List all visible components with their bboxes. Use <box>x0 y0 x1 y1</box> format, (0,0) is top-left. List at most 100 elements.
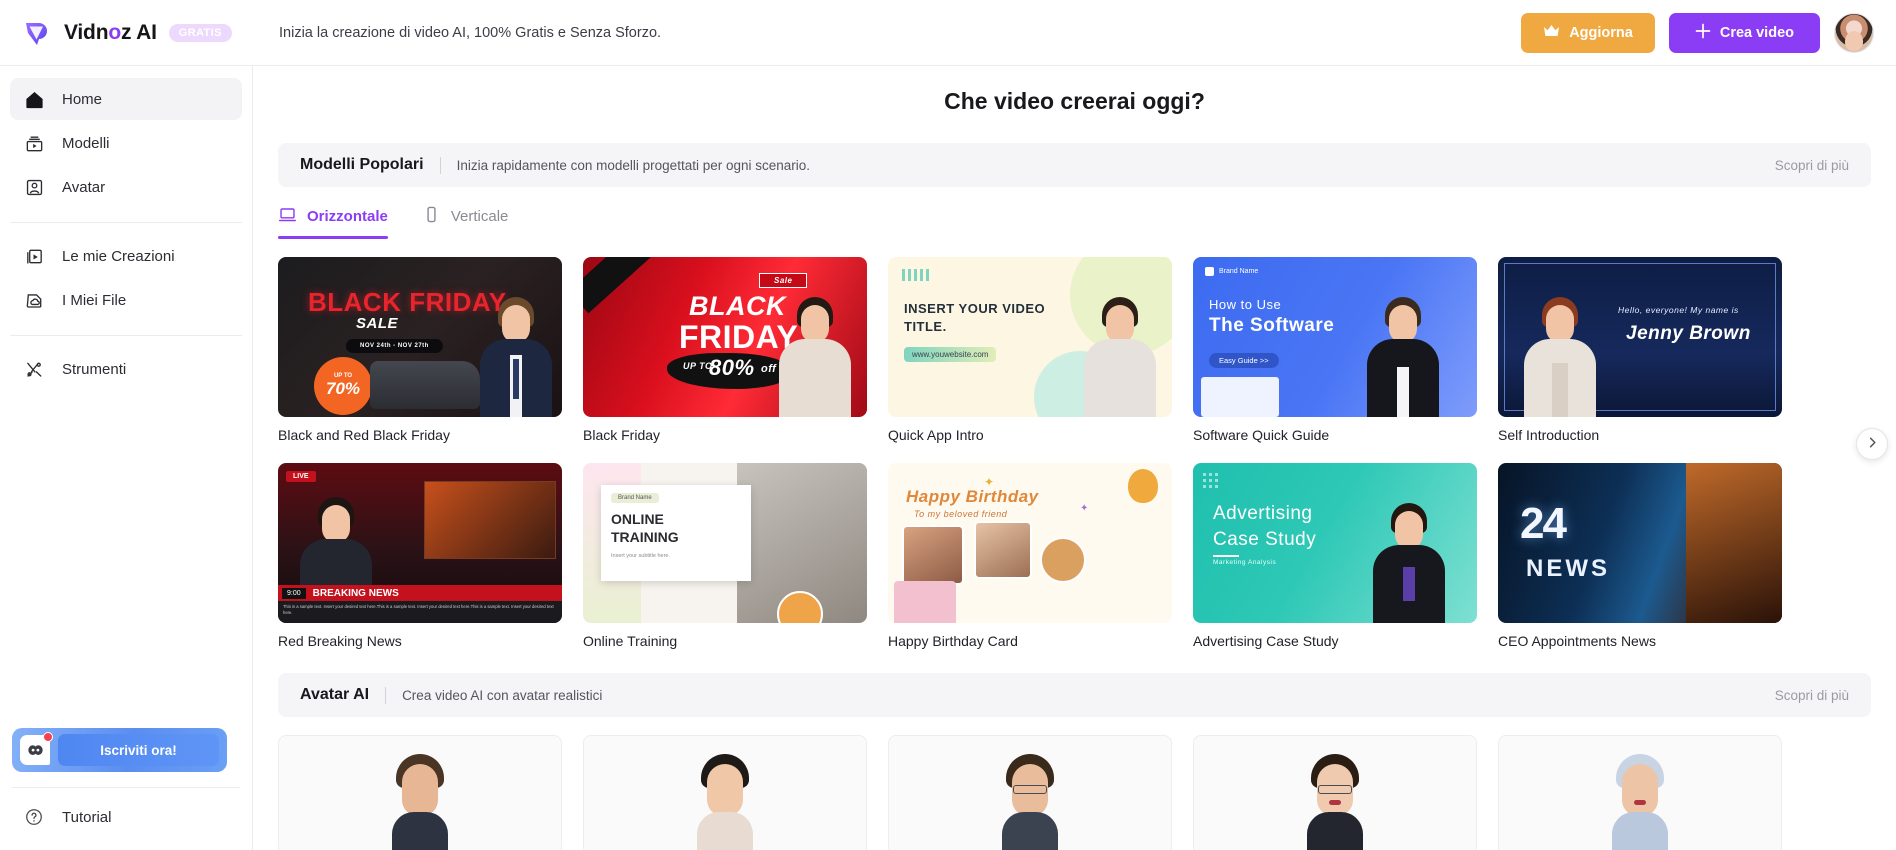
sidebar: Home Modelli Avatar Le mie Creazioni I M… <box>0 66 253 850</box>
thumb-line-1: INSERT YOUR VIDEO <box>904 301 1046 316</box>
template-card-label: Online Training <box>583 633 678 649</box>
thumb-person <box>1367 297 1439 417</box>
section-divider <box>385 686 387 704</box>
avatar-discover-more-link[interactable]: Scopri di più <box>1775 688 1849 703</box>
sidebar-item-tutorial[interactable]: Tutorial <box>10 796 225 838</box>
template-card[interactable]: Brand Name ONLINE TRAINING Insert your s… <box>583 463 867 649</box>
avatar-face <box>697 754 753 850</box>
tools-icon <box>22 357 46 381</box>
template-card[interactable]: 24 NEWS CEO Appointments News <box>1498 463 1782 649</box>
thumb-shoes <box>370 361 480 409</box>
header-tagline: Inizia la creazione di video AI, 100% Gr… <box>279 24 662 41</box>
templates-discover-more-link[interactable]: Scopri di più <box>1775 158 1849 173</box>
sidebar-divider-3 <box>12 787 240 788</box>
template-card-label: CEO Appointments News <box>1498 633 1656 649</box>
template-thumbnail: Hello, everyone! My name is Jenny Brown <box>1498 257 1782 417</box>
template-thumbnail: INSERT YOUR VIDEO TITLE. www.youwebsite.… <box>888 257 1172 417</box>
template-card[interactable]: BLACK FRIDAY SALE NOV 24th - NOV 27th UP… <box>278 257 562 443</box>
sidebar-item-home[interactable]: Home <box>10 78 242 120</box>
create-video-button[interactable]: Crea video <box>1668 12 1820 53</box>
template-card-label: Self Introduction <box>1498 427 1600 443</box>
brand-name: Vidnoz AI <box>64 20 157 44</box>
template-thumbnail: BLACK FRIDAY SALE NOV 24th - NOV 27th UP… <box>278 257 562 417</box>
main-content: Che video creerai oggi? Modelli Popolari… <box>253 66 1896 850</box>
sidebar-item-label: Modelli <box>62 134 110 152</box>
thumb-line-1: Advertising <box>1213 503 1313 524</box>
sidebar-item-label: Tutorial <box>62 808 112 826</box>
section-title: Avatar AI <box>300 686 370 703</box>
template-card[interactable]: Hello, everyone! My name is Jenny Brown … <box>1498 257 1782 443</box>
thumb-line-5: off <box>761 363 777 375</box>
sidebar-group-content: Le mie Creazioni I Miei File <box>0 223 252 335</box>
tab-verticale[interactable]: Verticale <box>422 205 509 239</box>
brand-logo-area[interactable]: Vidnoz AI GRATIS <box>0 0 253 66</box>
thumb-person <box>1373 503 1445 623</box>
sidebar-item-strumenti[interactable]: Strumenti <box>10 348 242 390</box>
thumb-screen <box>1201 377 1279 417</box>
tab-label: Verticale <box>450 208 509 225</box>
laptop-icon <box>278 205 297 228</box>
template-thumbnail: LIVE 9:00 BREAKING NEWS This is a sample… <box>278 463 562 623</box>
section-divider <box>439 156 441 174</box>
avatar-card[interactable] <box>888 735 1172 850</box>
sidebar-item-le-mie-creazioni[interactable]: Le mie Creazioni <box>10 235 242 277</box>
thumb-line-2: SALE <box>356 315 399 332</box>
avatar-card[interactable] <box>278 735 562 850</box>
discord-join-banner[interactable]: Iscriviti ora! <box>12 728 227 772</box>
thumb-person <box>1524 297 1596 417</box>
sidebar-item-i-miei-file[interactable]: I Miei File <box>10 279 242 321</box>
thumb-line-3: Marketing Analysis <box>1213 559 1277 566</box>
avatar[interactable] <box>1834 12 1874 53</box>
templates-section-header: Modelli Popolari Inizia rapidamente con … <box>278 143 1871 187</box>
template-card[interactable]: Happy Birthday To my beloved friend ✦ ✦ … <box>888 463 1172 649</box>
thumb-line-2: TITLE. <box>904 319 947 334</box>
upgrade-button[interactable]: Aggiorna <box>1521 12 1655 53</box>
sidebar-group-primary: Home Modelli Avatar <box>0 66 252 222</box>
tab-orizzontale[interactable]: Orizzontale <box>278 205 388 239</box>
avatar-person-icon <box>22 175 46 199</box>
my-creations-icon <box>22 244 46 268</box>
template-card[interactable]: Advertising Case Study Marketing Analysi… <box>1193 463 1477 649</box>
discord-join-label[interactable]: Iscriviti ora! <box>58 734 219 766</box>
create-video-label: Crea video <box>1719 24 1794 41</box>
sidebar-item-label: Le mie Creazioni <box>62 247 175 265</box>
section-subtitle: Inizia rapidamente con modelli progettat… <box>456 157 811 173</box>
template-card-label: Happy Birthday Card <box>888 633 1018 649</box>
avatar-section-header: Avatar AI Crea video AI con avatar reali… <box>278 673 1871 717</box>
template-card[interactable]: Sale BLACK FRIDAY UP TO 80% off Black Fr… <box>583 257 867 443</box>
thumb-line-1: BLACK FRIDAY <box>308 287 507 317</box>
thumb-line-2: TRAINING <box>611 529 679 545</box>
template-card[interactable]: INSERT YOUR VIDEO TITLE. www.youwebsite.… <box>888 257 1172 443</box>
avatar-card[interactable] <box>1498 735 1782 850</box>
thumb-line-2: Jenny Brown <box>1626 323 1751 344</box>
thumb-person <box>779 297 851 417</box>
thumb-line-2: The Software <box>1209 315 1335 336</box>
thumb-card: Brand Name ONLINE TRAINING Insert your s… <box>601 485 751 581</box>
template-card[interactable]: LIVE 9:00 BREAKING NEWS This is a sample… <box>278 463 562 649</box>
sidebar-tutorial-wrap: Tutorial <box>10 796 225 840</box>
thumb-line-3: NOV 24th - NOV 27th <box>346 339 443 353</box>
carousel-next-button[interactable] <box>1856 428 1888 460</box>
top-bar: Vidnoz AI GRATIS Inizia la creazione di … <box>0 0 1896 66</box>
plan-badge: GRATIS <box>168 23 232 42</box>
thumb-dot-grid <box>1203 473 1218 488</box>
thumb-news-screen <box>424 481 556 559</box>
templates-icon <box>22 131 46 155</box>
home-icon <box>22 87 46 111</box>
question-circle-icon <box>22 805 46 829</box>
avatar-face <box>1307 754 1363 850</box>
avatar-card[interactable] <box>1193 735 1477 850</box>
thumb-ribbon <box>583 257 678 314</box>
notification-dot <box>43 732 53 742</box>
avatar-card[interactable] <box>583 735 867 850</box>
thumb-ticker: This is a sample text. Insert your desir… <box>278 601 562 623</box>
sidebar-item-avatar[interactable]: Avatar <box>10 166 242 208</box>
template-card[interactable]: Brand Name How to Use The Software Easy … <box>1193 257 1477 443</box>
thumb-chip: Brand Name <box>611 493 659 503</box>
sidebar-item-label: Home <box>62 90 103 108</box>
thumb-person <box>480 297 552 417</box>
thumb-chip: www.youwebsite.com <box>904 347 997 362</box>
sidebar-item-modelli[interactable]: Modelli <box>10 122 242 164</box>
template-card-label: Black and Red Black Friday <box>278 427 450 443</box>
template-thumbnail: Brand Name ONLINE TRAINING Insert your s… <box>583 463 867 623</box>
